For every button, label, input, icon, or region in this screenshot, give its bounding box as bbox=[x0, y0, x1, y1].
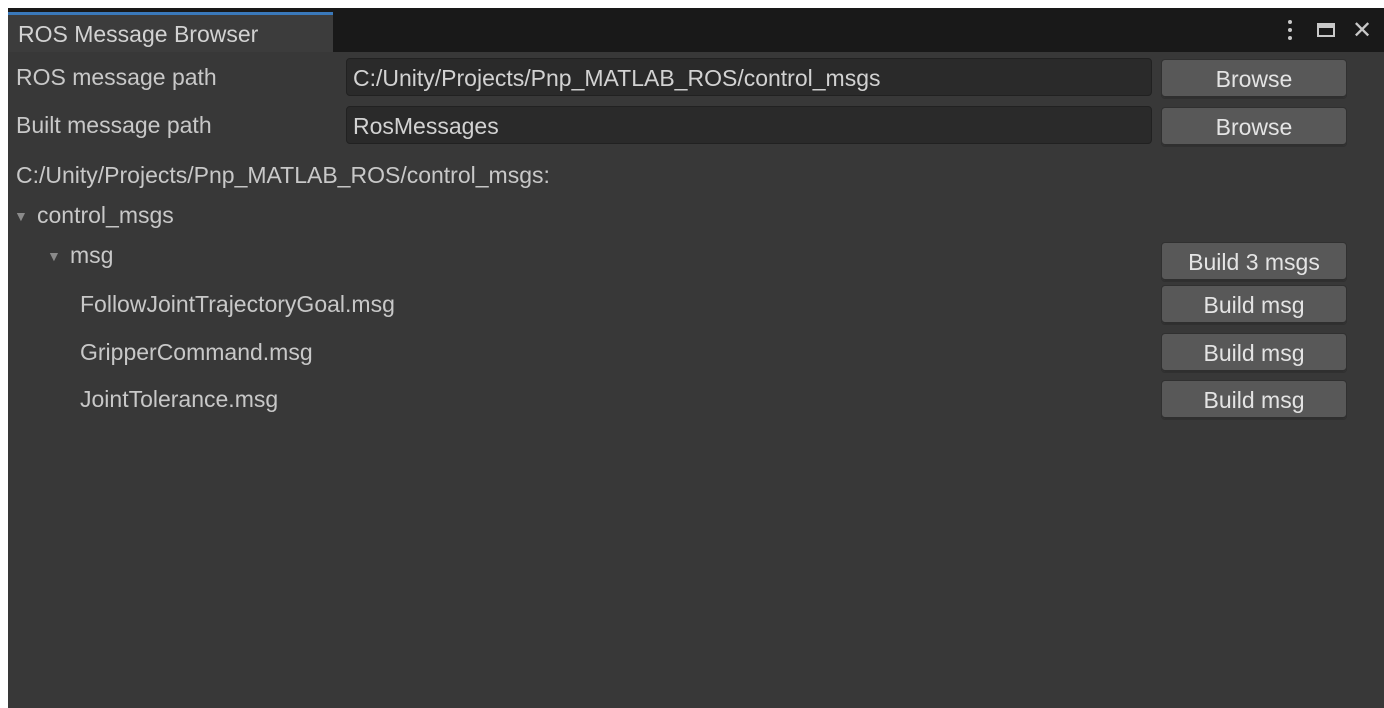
expand-arrow-icon[interactable]: ▼ bbox=[14, 208, 28, 224]
built-message-path-label: Built message path bbox=[16, 112, 212, 138]
ros-message-browser-window: ROS Message Browser ✕ ROS message path C… bbox=[8, 8, 1384, 708]
more-options-icon[interactable] bbox=[1278, 16, 1302, 44]
window-controls: ✕ bbox=[1278, 16, 1374, 44]
tab-bar: ROS Message Browser ✕ bbox=[8, 8, 1384, 52]
folder-name: msg bbox=[70, 242, 114, 268]
file-joint-tolerance: JointTolerance.msg bbox=[80, 386, 279, 412]
file-follow-joint-trajectory-goal: FollowJointTrajectoryGoal.msg bbox=[80, 291, 395, 317]
ros-message-path-label: ROS message path bbox=[16, 64, 217, 90]
file-gripper-command: GripperCommand.msg bbox=[80, 339, 313, 365]
build-msg-button[interactable]: Build msg bbox=[1161, 380, 1347, 420]
root-path-label: C:/Unity/Projects/Pnp_MATLAB_ROS/control… bbox=[16, 162, 550, 188]
built-message-path-field[interactable]: RosMessages bbox=[346, 106, 1152, 144]
tab-ros-message-browser[interactable]: ROS Message Browser bbox=[8, 12, 333, 52]
browse-built-path-button[interactable]: Browse bbox=[1161, 107, 1347, 147]
built-message-path-value: RosMessages bbox=[353, 113, 499, 139]
build-msg-button[interactable]: Build msg bbox=[1161, 285, 1347, 325]
close-icon[interactable]: ✕ bbox=[1350, 16, 1374, 44]
ros-message-path-value: C:/Unity/Projects/Pnp_MATLAB_ROS/control… bbox=[353, 65, 881, 91]
tab-title: ROS Message Browser bbox=[18, 21, 259, 47]
package-name: control_msgs bbox=[37, 202, 174, 228]
expand-arrow-icon[interactable]: ▼ bbox=[47, 248, 61, 264]
build-all-msgs-button[interactable]: Build 3 msgs bbox=[1161, 242, 1347, 282]
ros-message-path-field[interactable]: C:/Unity/Projects/Pnp_MATLAB_ROS/control… bbox=[346, 58, 1152, 96]
build-msg-button[interactable]: Build msg bbox=[1161, 333, 1347, 373]
maximize-icon[interactable] bbox=[1314, 16, 1338, 44]
browse-ros-path-button[interactable]: Browse bbox=[1161, 59, 1347, 99]
